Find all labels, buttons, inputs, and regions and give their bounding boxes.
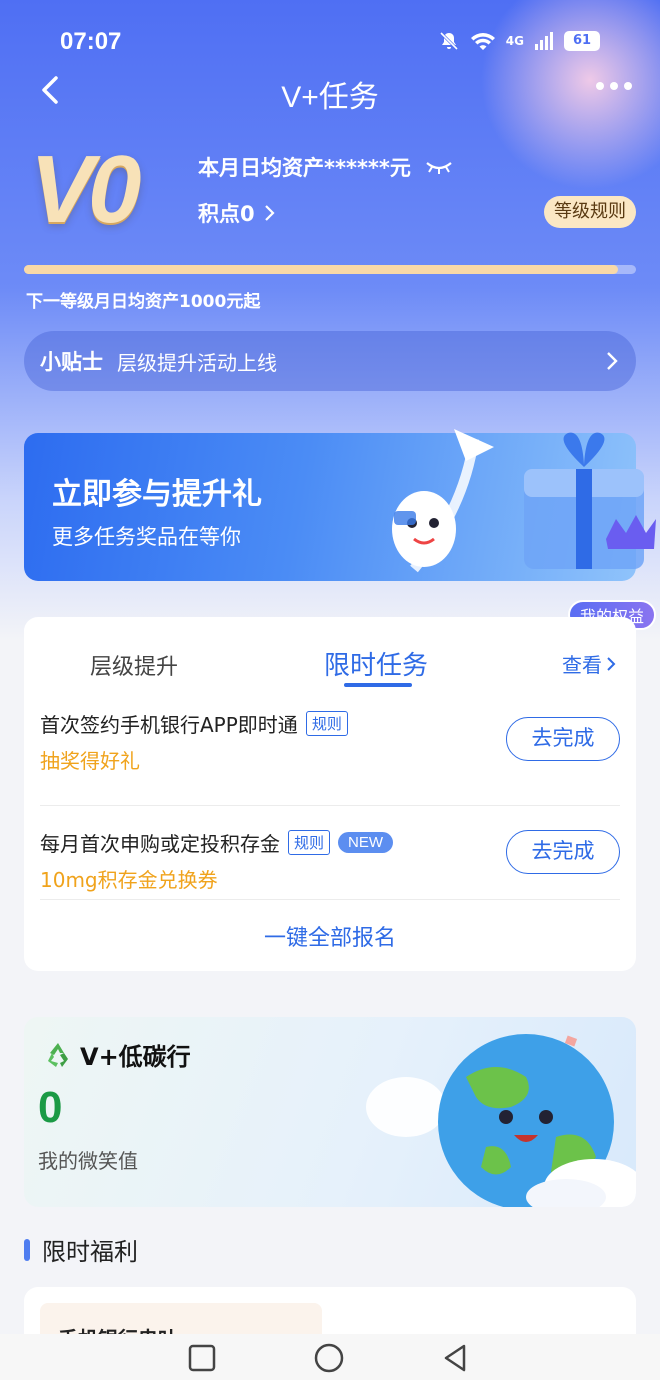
sign-up-all-button[interactable]: 一键全部报名 <box>40 899 620 952</box>
level-rules-button[interactable]: 等级规则 <box>544 196 636 228</box>
nav-bar: V+任务 <box>0 64 660 116</box>
task-name-row: 每月首次申购或定投积存金 规则 NEW <box>40 828 394 857</box>
smile-value: 0 <box>38 1083 63 1132</box>
chevron-right-icon <box>264 205 275 221</box>
recent-apps-icon[interactable] <box>186 1342 218 1374</box>
tips-label: 小贴士 <box>40 350 103 374</box>
more-options-icon[interactable] <box>596 82 634 94</box>
task-row: 每月首次申购或定投积存金 规则 NEW 10mg积存金兑换券 去完成 <box>40 805 620 909</box>
battery-icon: 61 <box>564 31 600 51</box>
promo-title: 立即参与提升礼 <box>52 477 262 512</box>
system-navigation-bar <box>0 1334 660 1380</box>
task-rule-tag[interactable]: 规则 <box>305 711 348 736</box>
wifi-icon <box>470 33 495 50</box>
home-icon[interactable] <box>313 1342 345 1374</box>
limited-welfare-heading: 限时福利 <box>24 1232 138 1267</box>
back-icon[interactable] <box>440 1342 472 1374</box>
task-name-row: 首次签约手机银行APP即时通 规则 <box>40 709 348 738</box>
carbon-title-row: V+低碳行 <box>42 1037 191 1072</box>
smile-value-label: 我的微笑值 <box>38 1149 138 1173</box>
promo-subtitle: 更多任务奖品在等你 <box>52 525 241 549</box>
active-tab-indicator <box>344 683 412 687</box>
complete-task-button[interactable]: 去完成 <box>506 830 620 874</box>
level-badge: V0 <box>30 136 141 243</box>
earth-illustration <box>366 1034 636 1207</box>
mute-icon <box>439 31 458 51</box>
tab-level-upgrade[interactable]: 层级提升 <box>90 649 178 681</box>
task-reward: 抽奖得好礼 <box>40 749 140 773</box>
task-card: 层级提升 限时任务 查看 首次签约手机银行APP即时通 规则 抽奖得好礼 去完成… <box>24 617 636 971</box>
task-name: 首次签约手机银行APP即时通 <box>40 713 298 737</box>
level-progress-fill <box>24 265 618 274</box>
tips-banner[interactable]: 小贴士 层级提升活动上线 <box>24 331 636 391</box>
points-link[interactable]: 积点0 <box>198 198 275 228</box>
complete-task-button[interactable]: 去完成 <box>506 717 620 761</box>
heading-accent-bar <box>24 1238 30 1261</box>
section-title: 限时福利 <box>42 1238 138 1266</box>
task-rule-tag[interactable]: 规则 <box>288 830 331 855</box>
page-title: V+任务 <box>281 81 379 114</box>
low-carbon-card[interactable]: V+低碳行 0 我的微笑值 <box>24 1017 636 1207</box>
tab-limited-tasks[interactable]: 限时任务 <box>324 645 428 682</box>
view-all-link[interactable]: 查看 <box>562 649 616 678</box>
chevron-right-icon <box>607 352 618 370</box>
points-text: 积点0 <box>198 202 255 226</box>
task-reward: 10mg积存金兑换券 <box>40 868 218 892</box>
promo-banner[interactable]: 立即参与提升礼 更多任务奖品在等你 <box>24 429 656 581</box>
status-time: 07:07 <box>60 28 122 55</box>
tips-text: 层级提升活动上线 <box>117 350 277 375</box>
gift-box-illustration <box>392 429 656 573</box>
view-all-label: 查看 <box>562 653 602 677</box>
task-row: 首次签约手机银行APP即时通 规则 抽奖得好礼 去完成 <box>40 699 620 803</box>
recycle-icon <box>48 1042 68 1067</box>
monthly-asset-row: 本月日均资产******元 <box>198 152 453 182</box>
eye-closed-icon[interactable] <box>425 159 453 175</box>
new-badge: NEW <box>338 832 394 853</box>
status-icons: 4G 61 <box>438 30 600 52</box>
next-level-text: 下一等级月日均资产1000元起 <box>26 292 261 312</box>
chevron-right-icon <box>607 656 616 671</box>
carbon-title: V+低碳行 <box>80 1043 191 1071</box>
network-4g-label: 4G <box>505 34 524 48</box>
level-progress-bar <box>24 265 636 274</box>
task-name: 每月首次申购或定投积存金 <box>40 832 280 856</box>
monthly-asset-text: 本月日均资产******元 <box>198 156 411 180</box>
status-bar: 07:07 4G 61 <box>0 24 660 64</box>
signal-icon <box>535 32 553 50</box>
